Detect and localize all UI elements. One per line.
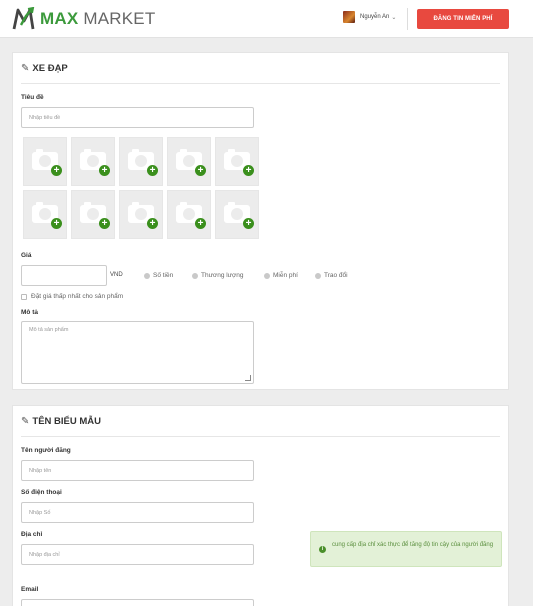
description-label: Mô tả [21,309,38,316]
price-option-amount[interactable]: Số tiền [144,272,173,279]
add-icon[interactable]: + [51,218,62,229]
section-header: ✎ XE ĐẠP [21,63,68,74]
email-input[interactable] [21,599,254,606]
photo-upload-slot[interactable]: + [167,190,211,239]
camera-lens [39,208,51,220]
radio-icon [315,272,321,279]
top-header: MAX MARKET Nguyễn An ⌄ ĐĂNG TIN MIỄN PHÍ [0,0,533,38]
camera-lens [135,155,147,167]
edit-icon: ✎ [21,63,30,74]
add-icon[interactable]: + [243,218,254,229]
email-label: Email [21,586,39,593]
address-input[interactable]: Nhập địa chỉ [21,544,254,565]
photo-upload-slot[interactable]: + [23,137,67,186]
camera-lens [87,208,99,220]
contact-form-card: ✎ TÊN BIỂU MẪU Tên người đăng Nhập tên S… [12,405,509,606]
checkbox-icon [21,293,27,300]
radio-label: Số tiền [153,272,174,279]
photo-upload-slot[interactable]: + [71,190,115,239]
description-placeholder: Mô tả sản phẩm [29,327,69,333]
poster-name-input[interactable]: Nhập tên [21,460,254,481]
add-icon[interactable]: + [147,218,158,229]
logo-market-text: MARKET [83,9,156,28]
add-icon[interactable]: + [243,165,254,176]
photo-upload-slot[interactable]: + [119,137,163,186]
camera-lens [39,155,51,167]
edit-icon: ✎ [21,416,30,427]
photo-upload-slot[interactable]: + [119,190,163,239]
phone-label: Số điện thoại [21,489,62,496]
listing-form-card: ✎ XE ĐẠP Tiêu đề Nhập tiêu đề + + + + + + + + + +… [12,52,509,390]
radio-label: Trao đổi [324,272,348,279]
lowest-price-checkbox[interactable]: Đặt giá thấp nhất cho sản phẩm [21,293,123,300]
camera-lens [87,155,99,167]
radio-label: Miễn phí [273,272,298,279]
logo-max-text: MAX [40,9,79,28]
radio-icon [264,272,270,279]
photo-upload-slot[interactable]: + [23,190,67,239]
description-textarea[interactable]: Mô tả sản phẩm [21,321,254,384]
poster-name-label: Tên người đăng [21,447,71,454]
hint-text: cung cấp địa chỉ xác thực để tăng độ tin… [332,542,494,548]
add-icon[interactable]: + [99,165,110,176]
title-input[interactable]: Nhập tiêu đề [21,107,254,128]
checkbox-label: Đặt giá thấp nhất cho sản phẩm [31,293,124,300]
radio-label: Thương lượng [201,272,244,279]
photo-upload-slot[interactable]: + [215,137,259,186]
section-title: TÊN BIỂU MẪU [32,416,102,427]
chevron-down-icon: ⌄ [391,14,397,21]
phone-input[interactable]: Nhập Số [21,502,254,523]
price-option-negotiable[interactable]: Thương lượng [192,272,244,279]
price-option-free[interactable]: Miễn phí [264,272,298,279]
camera-lens [231,155,243,167]
photo-upload-slot[interactable]: + [215,190,259,239]
price-label: Giá [21,252,32,259]
logo-mark-icon [12,7,35,30]
add-icon[interactable]: + [99,218,110,229]
info-icon: i [319,546,326,553]
title-label: Tiêu đề [21,94,44,101]
camera-lens [183,208,195,220]
radio-icon [144,272,150,279]
add-icon[interactable]: + [147,165,158,176]
camera-lens [231,208,243,220]
address-hint: i cung cấp địa chỉ xác thực để tăng độ t… [310,531,502,567]
divider [21,83,500,84]
post-free-button[interactable]: ĐĂNG TIN MIỄN PHÍ [417,9,509,29]
photo-upload-slot[interactable]: + [167,137,211,186]
price-option-exchange[interactable]: Trao đổi [315,272,348,279]
header-divider [407,8,408,30]
resize-handle-icon[interactable] [245,375,251,381]
logo[interactable]: MAX MARKET [12,6,155,32]
add-icon[interactable]: + [51,165,62,176]
camera-lens [135,208,147,220]
photo-upload-slot[interactable]: + [71,137,115,186]
section-header: ✎ TÊN BIỂU MẪU [21,416,101,427]
radio-icon [192,272,198,279]
avatar [343,11,355,23]
camera-lens [183,155,195,167]
user-name: Nguyễn An [360,14,390,20]
add-icon[interactable]: + [195,218,206,229]
address-label: Địa chỉ [21,531,43,538]
add-icon[interactable]: + [195,165,206,176]
divider [21,436,500,437]
price-input[interactable] [21,265,107,286]
currency-label: VND [110,272,123,278]
user-menu[interactable]: Nguyễn An ⌄ [343,11,396,23]
section-title: XE ĐẠP [32,63,68,74]
